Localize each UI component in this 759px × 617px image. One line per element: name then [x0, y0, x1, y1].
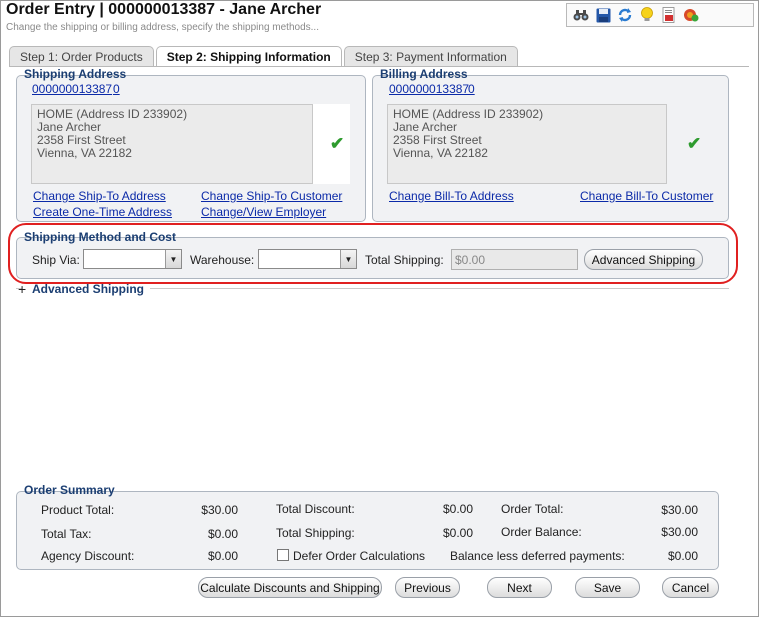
- tab-payment-information[interactable]: Step 3: Payment Information: [343, 46, 518, 66]
- step-tabs: Step 1: Order Products Step 2: Shipping …: [9, 46, 518, 67]
- agency-discount-label: Agency Discount:: [41, 549, 135, 563]
- calculate-discounts-button[interactable]: Calculate Discounts and Shipping: [198, 577, 382, 598]
- agency-discount-value: $0.00: [207, 549, 238, 563]
- change-view-employer-link[interactable]: Change/View Employer: [201, 205, 326, 219]
- report-icon[interactable]: [659, 5, 679, 25]
- order-balance-label: Order Balance:: [501, 525, 582, 539]
- shipping-customer-id-link[interactable]: 000000013387: [32, 82, 112, 96]
- save-icon[interactable]: [593, 5, 613, 25]
- summary-total-shipping-label: Total Shipping:: [276, 526, 355, 540]
- shipping-address-box: HOME (Address ID 233902) Jane Archer 235…: [31, 104, 313, 184]
- product-total-label: Product Total:: [41, 503, 115, 517]
- refresh-icon[interactable]: [615, 5, 635, 25]
- page-subtitle: Change the shipping or billing address, …: [6, 22, 319, 33]
- shipping-checkmark-icon: ✔: [330, 134, 345, 153]
- billing-address-title: Billing Address: [380, 67, 468, 81]
- order-summary-title: Order Summary: [24, 483, 115, 497]
- defer-calculations-checkbox[interactable]: [277, 549, 289, 561]
- toolbar: [566, 3, 754, 27]
- change-bill-to-address-link[interactable]: Change Bill-To Address: [389, 189, 514, 203]
- balance-deferred-value: $0.00: [667, 549, 698, 563]
- change-ship-to-customer-link[interactable]: Change Ship-To Customer: [201, 189, 342, 203]
- page-title: Order Entry | 000000013387 - Jane Archer: [6, 1, 322, 18]
- total-tax-label: Total Tax:: [41, 527, 92, 541]
- highlight-annotation: [8, 223, 738, 284]
- previous-button[interactable]: Previous: [395, 577, 460, 598]
- tab-order-products[interactable]: Step 1: Order Products: [9, 46, 154, 66]
- order-total-label: Order Total:: [501, 502, 564, 516]
- change-bill-to-customer-link[interactable]: Change Bill-To Customer: [580, 189, 713, 203]
- summary-total-shipping-value: $0.00: [442, 526, 473, 540]
- expand-icon[interactable]: +: [18, 281, 32, 297]
- tab-shipping-information[interactable]: Step 2: Shipping Information: [155, 46, 342, 67]
- save-button[interactable]: Save: [575, 577, 640, 598]
- lightbulb-icon[interactable]: [637, 5, 657, 25]
- advanced-shipping-toggle[interactable]: + Advanced Shipping: [18, 281, 144, 297]
- total-discount-value: $0.00: [442, 502, 473, 516]
- billing-customer-suffix-link[interactable]: 0: [468, 82, 475, 96]
- shipping-address-title: Shipping Address: [24, 67, 127, 81]
- balance-deferred-label: Balance less deferred payments:: [450, 549, 625, 563]
- cancel-button[interactable]: Cancel: [662, 577, 719, 598]
- order-total-value: $30.00: [661, 503, 698, 517]
- billing-checkmark-icon: ✔: [687, 134, 702, 153]
- cancel-order-icon[interactable]: [681, 5, 701, 25]
- total-tax-value: $0.00: [207, 527, 238, 541]
- change-ship-to-address-link[interactable]: Change Ship-To Address: [33, 189, 166, 203]
- billing-address-box: HOME (Address ID 233902) Jane Archer 235…: [387, 104, 667, 184]
- total-discount-label: Total Discount:: [276, 502, 355, 516]
- defer-calculations-label: Defer Order Calculations: [293, 549, 426, 563]
- binoculars-icon[interactable]: [571, 5, 591, 25]
- advanced-divider-right: [150, 288, 729, 289]
- shipping-customer-suffix-link[interactable]: 0: [113, 82, 120, 96]
- billing-customer-id-link[interactable]: 000000013387: [389, 82, 469, 96]
- create-one-time-address-link[interactable]: Create One-Time Address: [33, 205, 172, 219]
- order-balance-value: $30.00: [661, 525, 698, 539]
- product-total-value: $30.00: [201, 503, 238, 517]
- next-button[interactable]: Next: [487, 577, 552, 598]
- advanced-shipping-label[interactable]: Advanced Shipping: [32, 282, 144, 296]
